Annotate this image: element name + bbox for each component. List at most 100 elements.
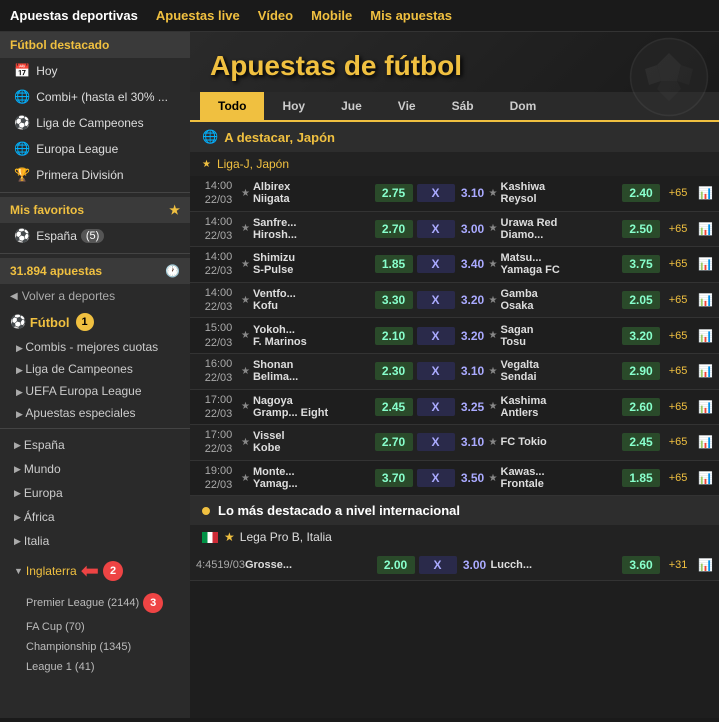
odds-1[interactable]: 2.00 bbox=[377, 556, 415, 574]
odds-1[interactable]: 2.10 bbox=[375, 327, 413, 345]
tab-sab[interactable]: Sáb bbox=[434, 92, 492, 120]
sidebar-region-mundo[interactable]: Mundo bbox=[0, 457, 190, 481]
odds-x[interactable]: X bbox=[417, 327, 455, 345]
bar-chart-icon[interactable]: 📊 bbox=[698, 222, 713, 236]
tab-jue[interactable]: Jue bbox=[323, 92, 380, 120]
odds-2[interactable]: 2.60 bbox=[622, 398, 660, 416]
bar-chart-icon[interactable]: 📊 bbox=[698, 400, 713, 414]
sidebar-item-espana[interactable]: ⚽ España (5) bbox=[0, 223, 190, 249]
odds-x-val: 3.00 bbox=[459, 558, 491, 572]
sidebar-league-premier[interactable]: Premier League (2144) 3 bbox=[0, 589, 190, 617]
odds-2[interactable]: 2.90 bbox=[622, 362, 660, 380]
odds-1[interactable]: 3.70 bbox=[375, 469, 413, 487]
match-teams: Grosse... bbox=[245, 559, 375, 571]
away-teams: KashiwaReysol bbox=[501, 181, 621, 205]
sidebar-sub-liga-camp[interactable]: Liga de Campeones bbox=[0, 358, 190, 380]
odds-2[interactable]: 2.50 bbox=[622, 220, 660, 238]
tab-hoy[interactable]: Hoy bbox=[264, 92, 323, 120]
odds-x[interactable]: X bbox=[417, 362, 455, 380]
odds-2[interactable]: 3.75 bbox=[622, 255, 660, 273]
odds-1[interactable]: 3.30 bbox=[375, 291, 413, 309]
odds-2[interactable]: 1.85 bbox=[622, 469, 660, 487]
sidebar-league-championship[interactable]: Championship (1345) bbox=[0, 637, 190, 657]
bar-chart-icon[interactable]: 📊 bbox=[698, 471, 713, 485]
away-teams: Lucch... bbox=[491, 559, 621, 571]
globe-icon: 🌐 bbox=[14, 89, 30, 105]
bar-chart-icon[interactable]: 📊 bbox=[698, 329, 713, 343]
tab-vie[interactable]: Vie bbox=[380, 92, 434, 120]
away-teams: FC Tokio bbox=[501, 436, 621, 448]
more-bets[interactable]: +65 bbox=[662, 330, 694, 342]
odds-1[interactable]: 2.45 bbox=[375, 398, 413, 416]
odds-x[interactable]: X bbox=[417, 469, 455, 487]
odds-x[interactable]: X bbox=[417, 433, 455, 451]
sidebar-league-facup[interactable]: FA Cup (70) bbox=[0, 617, 190, 637]
sport-badge: 1 bbox=[76, 313, 94, 331]
sidebar-item-liga-campeones[interactable]: ⚽ Liga de Campeones bbox=[0, 110, 190, 136]
odds-1[interactable]: 2.75 bbox=[375, 184, 413, 202]
sidebar-item-primera-division[interactable]: 🏆 Primera División bbox=[0, 162, 190, 188]
more-bets[interactable]: +65 bbox=[662, 258, 694, 270]
sidebar-sport-futbol[interactable]: ⚽ Fútbol 1 bbox=[0, 308, 190, 336]
nav-apuestas-live[interactable]: Apuestas live bbox=[156, 8, 240, 23]
bar-chart-icon[interactable]: 📊 bbox=[698, 558, 713, 572]
sidebar-sub-combis[interactable]: Combis - mejores cuotas bbox=[0, 336, 190, 358]
odds-2[interactable]: 3.20 bbox=[622, 327, 660, 345]
odds-2[interactable]: 2.05 bbox=[622, 291, 660, 309]
sidebar-region-europa[interactable]: Europa bbox=[0, 481, 190, 505]
odds-1[interactable]: 2.70 bbox=[375, 433, 413, 451]
football-decoration bbox=[629, 37, 709, 117]
sidebar-item-europa-league[interactable]: 🌐 Europa League bbox=[0, 136, 190, 162]
more-bets[interactable]: +65 bbox=[662, 223, 694, 235]
bar-chart-icon[interactable]: 📊 bbox=[698, 293, 713, 307]
sidebar-sub-uefa[interactable]: UEFA Europa League bbox=[0, 380, 190, 402]
odds-1[interactable]: 2.30 bbox=[375, 362, 413, 380]
sidebar-item-combi[interactable]: 🌐 Combi+ (hasta el 30% ... bbox=[0, 84, 190, 110]
nav-video[interactable]: Vídeo bbox=[258, 8, 293, 23]
odds-x[interactable]: X bbox=[417, 184, 455, 202]
sidebar-league-league1[interactable]: League 1 (41) bbox=[0, 657, 190, 677]
more-bets[interactable]: +65 bbox=[662, 436, 694, 448]
match-teams: Ventfo...Kofu bbox=[253, 288, 373, 312]
away-teams: Urawa RedDiamo... bbox=[501, 217, 621, 241]
sidebar-region-inglaterra[interactable]: Inglaterra ⬅ 2 bbox=[0, 553, 190, 589]
odds-2[interactable]: 2.45 bbox=[622, 433, 660, 451]
bar-chart-icon[interactable]: 📊 bbox=[698, 257, 713, 271]
away-star-icon: ★ bbox=[489, 401, 498, 412]
away-star-icon: ★ bbox=[489, 473, 498, 484]
match-teams: Sanfre...Hirosh... bbox=[253, 217, 373, 241]
more-bets[interactable]: +65 bbox=[662, 472, 694, 484]
more-bets[interactable]: +65 bbox=[662, 365, 694, 377]
odds-x[interactable]: X bbox=[417, 220, 455, 238]
odds-x[interactable]: X bbox=[417, 255, 455, 273]
sidebar-sub-especiales[interactable]: Apuestas especiales bbox=[0, 402, 190, 424]
odds-2[interactable]: 3.60 bbox=[622, 556, 660, 574]
italy-league-header: ★ Lega Pro B, Italia bbox=[190, 525, 719, 549]
more-bets[interactable]: +65 bbox=[662, 294, 694, 306]
nav-apuestas-deportivas[interactable]: Apuestas deportivas bbox=[10, 8, 138, 23]
odds-x[interactable]: X bbox=[417, 398, 455, 416]
odds-x[interactable]: X bbox=[417, 291, 455, 309]
sidebar-region-espana[interactable]: España bbox=[0, 433, 190, 457]
odds-1[interactable]: 1.85 bbox=[375, 255, 413, 273]
more-bets[interactable]: +65 bbox=[662, 187, 694, 199]
away-star-icon: ★ bbox=[489, 188, 498, 199]
sidebar-region-italia[interactable]: Italia bbox=[0, 529, 190, 553]
more-bets[interactable]: +31 bbox=[662, 559, 694, 571]
odds-1[interactable]: 2.70 bbox=[375, 220, 413, 238]
bar-chart-icon[interactable]: 📊 bbox=[698, 364, 713, 378]
bar-chart-icon[interactable]: 📊 bbox=[698, 435, 713, 449]
sidebar-item-hoy[interactable]: 📅 Hoy bbox=[0, 58, 190, 84]
sidebar-region-africa[interactable]: África bbox=[0, 505, 190, 529]
bar-chart-icon[interactable]: 📊 bbox=[698, 186, 713, 200]
odds-x[interactable]: X bbox=[419, 556, 457, 574]
nav-mis-apuestas[interactable]: Mis apuestas bbox=[370, 8, 452, 23]
match-teams: ShimizuS-Pulse bbox=[253, 252, 373, 276]
nav-mobile[interactable]: Mobile bbox=[311, 8, 352, 23]
tab-dom[interactable]: Dom bbox=[492, 92, 555, 120]
tab-todo[interactable]: Todo bbox=[200, 92, 264, 120]
more-bets[interactable]: +65 bbox=[662, 401, 694, 413]
sidebar-back[interactable]: Volver a deportes bbox=[0, 284, 190, 308]
ball-icon2: ⚽ bbox=[14, 228, 30, 244]
odds-2[interactable]: 2.40 bbox=[622, 184, 660, 202]
